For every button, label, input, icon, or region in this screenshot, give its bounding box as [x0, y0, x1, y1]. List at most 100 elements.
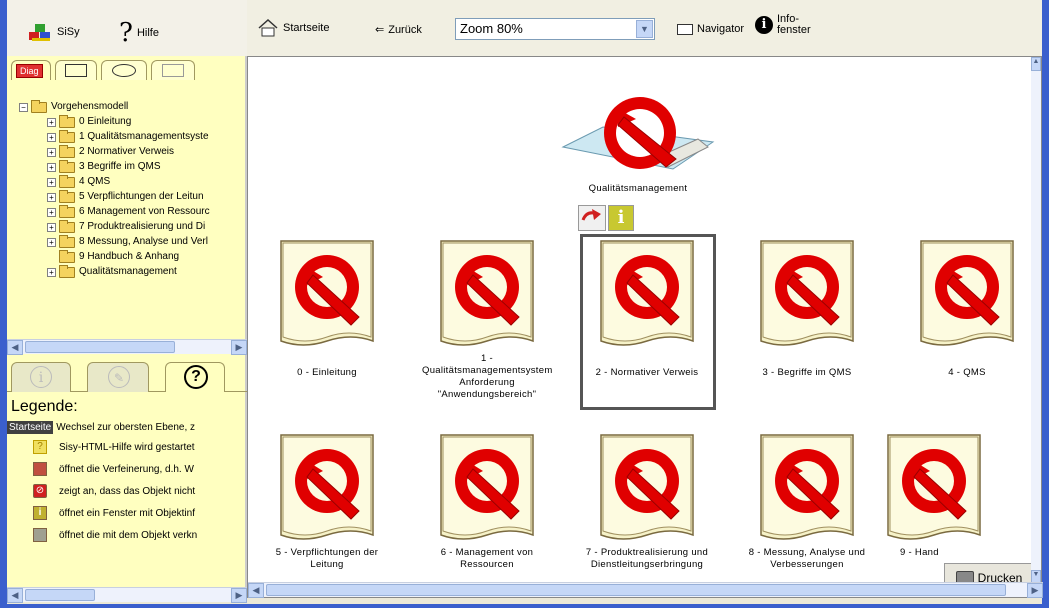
folder-icon [59, 115, 75, 128]
node-handbuch[interactable]: 9 - Hand [882, 431, 986, 559]
legend-text: Wechsel zur obersten Ebene, z [56, 421, 196, 433]
expand-icon[interactable]: + [47, 148, 56, 157]
tree-item[interactable]: 9 Handbuch & Anhang [59, 250, 179, 265]
tree-item-label: Qualitätsmanagement [79, 266, 177, 278]
diagram-canvas: Qualitätsmanagement i 0 - Einleitung 1 -… [247, 56, 1043, 598]
node-normativer-verweis[interactable]: 2 - Normativer Verweis [582, 237, 712, 379]
expand-icon[interactable]: + [47, 208, 56, 217]
node-einleitung[interactable]: 0 - Einleitung [262, 237, 392, 379]
expand-icon[interactable]: + [47, 118, 56, 127]
blocked-icon: ⊘ [33, 484, 47, 498]
tree-item[interactable]: +7 Produktrealisierung und Di [47, 220, 205, 235]
ellipse-icon [112, 64, 136, 77]
expand-icon[interactable]: + [47, 133, 56, 142]
scroll-right-icon[interactable]: ▶ [231, 588, 247, 603]
scroll-left-icon[interactable]: ◀ [7, 340, 23, 355]
tab-edit[interactable]: ✎ [87, 362, 149, 392]
tab-help[interactable]: ? [165, 362, 225, 392]
tree-item[interactable]: +3 Begriffe im QMS [47, 160, 161, 175]
collapse-icon[interactable]: − [19, 103, 28, 112]
tree-item-label: 5 Verpflichtungen der Leitun [79, 191, 204, 203]
folder-icon [59, 250, 75, 263]
node-label: 8 - Messung, Analyse und Verbesserungen [748, 547, 866, 570]
folder-icon [59, 235, 75, 248]
tree-scrollbar[interactable]: ◀ ▶ [7, 339, 247, 355]
q-document-icon [440, 240, 534, 346]
node-actions: i [578, 205, 636, 231]
sisy-logo-icon [29, 24, 50, 41]
legend-row-refine: öffnet die Verfeinerung, d.h. W [7, 460, 194, 478]
tab-diag[interactable]: Diag [11, 60, 51, 80]
home-label: Startseite [283, 22, 330, 34]
canvas-vertical-scrollbar[interactable]: ▲ ▼ [1031, 57, 1041, 584]
legend-text: zeigt an, dass das Objekt nicht [59, 485, 196, 497]
legend-text: Sisy-HTML-Hilfe wird gestartet [59, 441, 195, 453]
scroll-thumb[interactable] [25, 341, 175, 353]
help-button[interactable]: ? Hilfe [119, 18, 159, 48]
legend-scrollbar[interactable]: ◀ ▶ [7, 587, 247, 603]
refine-arrow-icon[interactable] [578, 205, 606, 231]
home-button[interactable]: Startseite [257, 18, 329, 38]
tree-item[interactable]: +5 Verpflichtungen der Leitun [47, 190, 204, 205]
node-messung-analyse[interactable]: 8 - Messung, Analyse und Verbesserungen [742, 431, 872, 571]
refine-arrow-icon [33, 462, 47, 476]
scroll-left-icon[interactable]: ◀ [7, 588, 23, 603]
info-window-button[interactable]: i Info- fenster [755, 14, 811, 36]
tree-item[interactable]: +2 Normativer Verweis [47, 145, 174, 160]
zoom-select[interactable]: Zoom 80% ▼ [455, 18, 655, 40]
scroll-left-icon[interactable]: ◀ [248, 583, 264, 598]
tree-root-label: Vorgehensmodell [51, 101, 129, 113]
navigator-label: Navigator [697, 23, 745, 35]
expand-icon[interactable]: + [47, 268, 56, 277]
q-book-icon [561, 97, 715, 170]
navigator-icon [677, 23, 693, 35]
zoom-value: Zoom 80% [460, 21, 523, 36]
folder-icon [59, 160, 75, 173]
canvas-horizontal-scrollbar[interactable]: ◀ ▶ [248, 582, 1043, 598]
node-qms[interactable]: 4 - QMS [902, 237, 1032, 379]
chevron-down-icon[interactable]: ▼ [636, 20, 653, 38]
navigator-button[interactable]: Navigator [677, 23, 744, 35]
node-qualitaetsmanagementsystem[interactable]: 1 - Qualitätsmanagementsystem Anforderun… [422, 237, 552, 401]
scroll-right-icon[interactable]: ▶ [231, 340, 247, 355]
help-label: Hilfe [136, 27, 159, 39]
q-document-icon [760, 434, 854, 540]
tree-item[interactable]: +8 Messung, Analyse und Verl [47, 235, 208, 250]
tree-item[interactable]: +4 QMS [47, 175, 110, 190]
legend-text: öffnet ein Fenster mit Objektinf [59, 507, 195, 519]
node-qualitaetsmanagement-top[interactable]: Qualitätsmanagement [518, 87, 758, 195]
sisy-button[interactable]: SiSy [27, 22, 80, 42]
expand-icon[interactable]: + [47, 223, 56, 232]
scroll-thumb[interactable] [25, 589, 95, 601]
node-produktrealisierung[interactable]: 7 - Produktrealisierung und Dienstleitun… [582, 431, 712, 571]
node-verpflichtungen[interactable]: 5 - Verpflichtungen der Leitung [262, 431, 392, 571]
back-button[interactable]: ⇐ Zurück [375, 23, 422, 37]
tree-item-label: 7 Produktrealisierung und Di [79, 221, 206, 233]
expand-icon[interactable]: + [47, 193, 56, 202]
tab-info[interactable]: i [11, 362, 71, 392]
scroll-right-icon[interactable]: ▶ [1027, 583, 1043, 598]
model-tree: − Vorgehensmodell +0 Einleitung +1 Quali… [7, 92, 247, 342]
legend-row-help: ? Sisy-HTML-Hilfe wird gestartet [7, 438, 195, 456]
node-management-ressourcen[interactable]: 6 - Management von Ressourcen [422, 431, 552, 571]
expand-icon[interactable]: + [47, 178, 56, 187]
document-link-icon [33, 528, 47, 542]
startseite-tag: Startseite [7, 420, 54, 434]
tab-note[interactable] [151, 60, 195, 80]
tree-item-label: 9 Handbuch & Anhang [79, 251, 180, 263]
folder-icon [59, 190, 75, 203]
tab-ellipse[interactable] [101, 60, 147, 80]
scroll-thumb[interactable] [266, 584, 1006, 596]
tab-rectangle[interactable] [55, 60, 97, 80]
scroll-up-icon[interactable]: ▲ [1031, 57, 1041, 71]
node-begriffe-im-qms[interactable]: 3 - Begriffe im QMS [742, 237, 872, 379]
tree-item[interactable]: +0 Einleitung [47, 115, 131, 130]
expand-icon[interactable]: + [47, 163, 56, 172]
tree-item[interactable]: + Qualitätsmanagement [47, 265, 177, 280]
tree-item[interactable]: +1 Qualitätsmanagementsyste [47, 130, 209, 145]
expand-icon[interactable]: + [47, 238, 56, 247]
home-icon [258, 18, 278, 37]
tree-item[interactable]: +6 Management von Ressourc [47, 205, 210, 220]
info-icon[interactable]: i [608, 205, 634, 231]
tree-root[interactable]: − Vorgehensmodell [19, 100, 128, 115]
